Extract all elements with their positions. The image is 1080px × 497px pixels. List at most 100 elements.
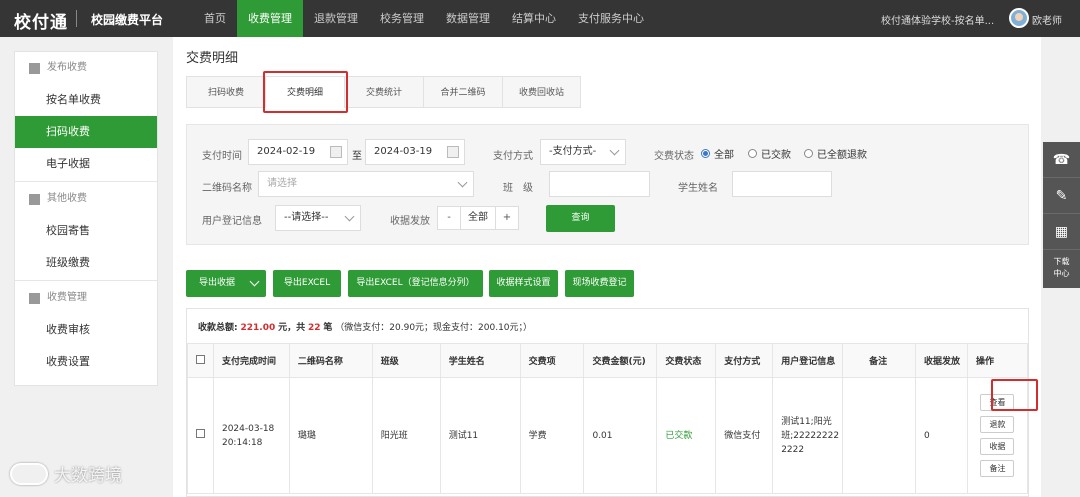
school-name[interactable]: 校付通体验学校-按名单... bbox=[881, 12, 994, 27]
top-navbar: 校付通 校园缴费平台 首页 收费管理 退款管理 校务管理 数据管理 结算中心 支… bbox=[0, 0, 1080, 37]
student-name-input[interactable] bbox=[732, 171, 832, 197]
receipt-style-button[interactable]: 收据样式设置 bbox=[489, 270, 558, 297]
pay-method-select[interactable]: -支付方式- bbox=[540, 139, 626, 165]
sidebar: 发布收费 按名单收费 扫码收费 电子收据 其他收费 校园寄售 班级缴费 收费管理… bbox=[14, 51, 158, 386]
select-all-checkbox[interactable] bbox=[196, 354, 205, 364]
export-receipt-label: 导出收据 bbox=[199, 278, 236, 288]
tab-recycle-bin[interactable]: 收费回收站 bbox=[502, 76, 581, 108]
pay-method-value: -支付方式- bbox=[549, 146, 597, 157]
summary-label: 收款总额: bbox=[198, 323, 238, 333]
watermark-text: 大数跨境 bbox=[54, 466, 122, 486]
receipt-button[interactable]: 收据 bbox=[980, 438, 1015, 455]
cell-time: 2024-03-18 20:14:18 bbox=[212, 377, 290, 494]
sidebar-item-charge-settings[interactable]: 收费设置 bbox=[15, 346, 157, 378]
date-from-value: 2024-02-19 bbox=[257, 146, 316, 157]
sidebar-group-label: 其他收费 bbox=[47, 193, 87, 204]
tab-payment-stats[interactable]: 交费统计 bbox=[344, 76, 423, 108]
payments-table: 支付完成时间 二维码名称 班级 学生姓名 交费项 交费金额(元) 交费状态 支付… bbox=[187, 343, 1029, 494]
col-header: 交费项 bbox=[519, 343, 585, 378]
col-header: 交费状态 bbox=[656, 343, 717, 378]
cell-class: 阳光班 bbox=[371, 377, 441, 494]
nav-school-affairs[interactable]: 校务管理 bbox=[369, 0, 435, 37]
sidebar-item-consignment[interactable]: 校园寄售 bbox=[15, 215, 157, 247]
calendar-icon[interactable] bbox=[330, 146, 342, 158]
sidebar-item-class-payment[interactable]: 班级缴费 bbox=[15, 247, 157, 279]
qr-name-select[interactable]: 请选择 bbox=[258, 171, 474, 197]
row-checkbox[interactable] bbox=[196, 428, 205, 438]
tab-payment-details[interactable]: 交费明细 bbox=[265, 76, 344, 108]
edit-icon bbox=[29, 62, 40, 74]
calendar-icon[interactable] bbox=[447, 146, 459, 158]
sidebar-item-e-receipt[interactable]: 电子收据 bbox=[15, 148, 157, 180]
remark-button[interactable]: 备注 bbox=[980, 460, 1015, 477]
sidebar-item-scan-charge[interactable]: 扫码收费 bbox=[15, 116, 157, 148]
headset-icon[interactable]: ☎ bbox=[1043, 142, 1080, 178]
cell-method: 微信支付 bbox=[715, 377, 774, 494]
cell-qr-name: 璐璐 bbox=[288, 377, 373, 494]
tab-scan-charge[interactable]: 扫码收费 bbox=[186, 76, 265, 108]
col-header: 交费金额(元) bbox=[583, 343, 658, 378]
sidebar-group-other: 其他收费 bbox=[15, 183, 157, 215]
table-header-row: 支付完成时间 二维码名称 班级 学生姓名 交费项 交费金额(元) 交费状态 支付… bbox=[187, 343, 1029, 378]
receipt-stepper[interactable]: - 全部 + bbox=[437, 206, 519, 230]
watermark-logo-icon bbox=[10, 462, 48, 485]
cell-receipt: 0 bbox=[915, 377, 968, 494]
edit-icon[interactable]: ✎ bbox=[1043, 178, 1080, 214]
col-header: 二维码名称 bbox=[288, 343, 373, 378]
cell-status: 已交款 bbox=[656, 377, 717, 494]
status-radio-all[interactable]: 全部 bbox=[701, 146, 734, 161]
chevron-down-icon bbox=[457, 177, 468, 188]
tab-bar: 扫码收费 交费明细 交费统计 合并二维码 收费回收站 bbox=[186, 76, 581, 108]
col-header: 支付方式 bbox=[715, 343, 774, 378]
table-row: 2024-03-18 20:14:18 璐璐 阳光班 测试11 学费 0.01 … bbox=[187, 377, 1029, 494]
nav-charge-management[interactable]: 收费管理 bbox=[237, 0, 303, 37]
nav-settlement-center[interactable]: 结算中心 bbox=[501, 0, 567, 37]
reg-info-select[interactable]: --请选择-- bbox=[275, 205, 361, 231]
export-excel-button[interactable]: 导出EXCEL bbox=[273, 270, 341, 297]
col-header: 备注 bbox=[842, 343, 917, 378]
sidebar-item-list-charge[interactable]: 按名单收费 bbox=[15, 84, 157, 116]
sidebar-item-charge-review[interactable]: 收费审核 bbox=[15, 314, 157, 346]
cell-amount: 0.01 bbox=[583, 377, 658, 494]
filter-panel: 支付时间 2024-02-19 至 2024-03-19 支付方式 -支付方式-… bbox=[186, 124, 1029, 245]
status-radio-paid[interactable]: 已交款 bbox=[748, 146, 791, 161]
download-center-link[interactable]: 下载中心 bbox=[1043, 250, 1080, 280]
results-panel: 收款总额: 221.00 元，共 22 笔 （微信支付：20.90元；现金支付：… bbox=[186, 308, 1038, 497]
platform-name: 校园缴费平台 bbox=[91, 13, 164, 27]
cell-ops: 查看 退款 收据 备注 bbox=[966, 377, 1029, 494]
settings-icon bbox=[29, 292, 40, 304]
main-nav: 首页 收费管理 退款管理 校务管理 数据管理 结算中心 支付服务中心 bbox=[193, 0, 655, 37]
refund-button[interactable]: 退款 bbox=[980, 416, 1015, 433]
stepper-minus-button[interactable]: - bbox=[438, 207, 460, 229]
nav-home[interactable]: 首页 bbox=[193, 0, 237, 37]
nav-payment-service[interactable]: 支付服务中心 bbox=[567, 0, 655, 37]
radio-dot bbox=[701, 149, 710, 158]
export-receipt-button[interactable]: 导出收据 bbox=[186, 270, 266, 297]
date-from-input[interactable]: 2024-02-19 bbox=[248, 139, 348, 165]
user-name[interactable]: 欧老师 bbox=[1032, 12, 1062, 27]
status-radio-refunded[interactable]: 已全额退款 bbox=[804, 146, 867, 161]
qr-name-placeholder: 请选择 bbox=[267, 178, 297, 189]
col-header: 用户登记信息 bbox=[772, 343, 844, 378]
pay-method-label: 支付方式 bbox=[493, 151, 533, 162]
view-button[interactable]: 查看 bbox=[980, 394, 1015, 411]
summary-line: 收款总额: 221.00 元，共 22 笔 （微信支付：20.90元；现金支付：… bbox=[198, 320, 532, 333]
col-header: 学生姓名 bbox=[439, 343, 521, 378]
col-header: 班级 bbox=[371, 343, 441, 378]
chevron-down-icon bbox=[344, 211, 355, 222]
date-to-input[interactable]: 2024-03-19 bbox=[365, 139, 465, 165]
export-excel-split-button[interactable]: 导出EXCEL（登记信息分列） bbox=[348, 270, 483, 297]
tab-merge-qr[interactable]: 合并二维码 bbox=[423, 76, 502, 108]
student-name-label: 学生姓名 bbox=[678, 183, 718, 194]
query-button[interactable]: 查询 bbox=[546, 205, 615, 232]
date-to-label: 至 bbox=[352, 151, 362, 162]
stepper-plus-button[interactable]: + bbox=[496, 207, 518, 229]
document-icon[interactable]: ▦ bbox=[1043, 214, 1080, 250]
app-logo[interactable]: 校付通 bbox=[14, 8, 68, 33]
avatar[interactable] bbox=[1009, 8, 1029, 28]
nav-data-management[interactable]: 数据管理 bbox=[435, 0, 501, 37]
nav-refund-management[interactable]: 退款管理 bbox=[303, 0, 369, 37]
class-input[interactable] bbox=[549, 171, 650, 197]
onsite-register-button[interactable]: 现场收费登记 bbox=[565, 270, 634, 297]
pay-time-label: 支付时间 bbox=[202, 151, 242, 162]
